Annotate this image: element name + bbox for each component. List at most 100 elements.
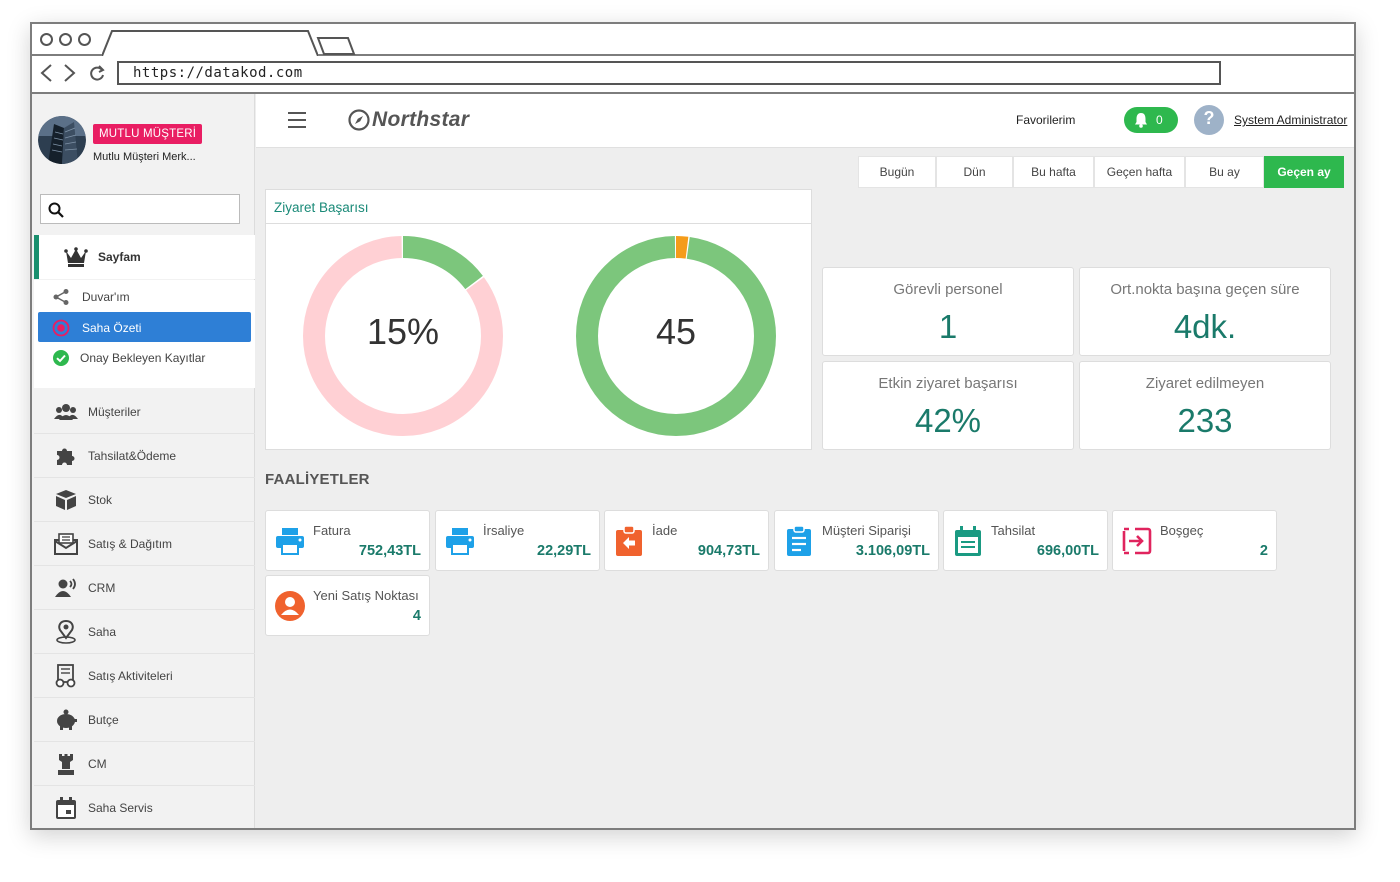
sidebar-item-sayfam[interactable]: Sayfam xyxy=(34,235,255,279)
activity-label: Fatura xyxy=(313,523,351,538)
piggy-bank-icon xyxy=(57,709,77,730)
sidebar-item-label: Saha xyxy=(88,625,117,639)
search-input[interactable] xyxy=(69,197,234,221)
notification-count: 0 xyxy=(1156,113,1163,127)
reload-icon[interactable] xyxy=(88,63,106,83)
exit-icon xyxy=(1122,527,1152,555)
calendar-check-icon xyxy=(955,526,981,556)
subnav-item-saha-ozeti[interactable]: Saha Özeti xyxy=(38,312,251,342)
sidebar-search xyxy=(40,194,240,224)
users-icon xyxy=(54,404,78,420)
sidebar-item-saha[interactable]: Saha xyxy=(34,610,255,654)
subnav-item-duvarim[interactable]: Duvar'ım xyxy=(38,281,251,311)
activity-card-iade[interactable]: İade 904,73TL xyxy=(604,510,769,571)
activity-card-irsaliye[interactable]: İrsaliye 22,29TL xyxy=(435,510,600,571)
activity-label: İrsaliye xyxy=(483,523,525,538)
donut-value: 15% xyxy=(366,311,440,352)
receipt-icon xyxy=(55,664,76,688)
activities-title: FAALİYETLER xyxy=(265,471,370,488)
sidebar-subnav: Duvar'ım Saha Özeti Onay Bekleyen Kayıtl… xyxy=(34,280,255,388)
subnav-label: Onay Bekleyen Kayıtlar xyxy=(80,351,206,365)
notification-button[interactable]: 0 xyxy=(1124,107,1178,133)
speaker-icon xyxy=(55,578,76,597)
stat-value: 1 xyxy=(938,308,958,345)
sidebar-item-saha-servis[interactable]: Saha Servis xyxy=(34,786,255,828)
date-tab-bu-ay[interactable]: Bu ay xyxy=(1185,156,1264,188)
date-tab-dun[interactable]: Dün xyxy=(936,156,1013,188)
sidebar-item-butce[interactable]: Butçe xyxy=(34,698,255,742)
subnav-label: Saha Özeti xyxy=(82,321,142,335)
rook-icon xyxy=(58,754,74,775)
sidebar-item-tahsilat-odeme[interactable]: Tahsilat&Ödeme xyxy=(34,434,255,478)
date-tab-bu-hafta[interactable]: Bu hafta xyxy=(1013,156,1094,188)
stat-ziyaret-edilmeyen: Ziyaret edilmeyen 233 xyxy=(1079,361,1331,450)
clipboard-icon xyxy=(787,525,811,556)
address-bar[interactable]: https://datakod.com xyxy=(117,61,1221,85)
window-close-dot[interactable] xyxy=(40,33,53,46)
activity-label: Boşgeç xyxy=(1160,523,1204,538)
activity-value: 3.106,09TL xyxy=(855,543,930,559)
sidebar-item-label: CM xyxy=(88,757,107,771)
stat-label: Etkin ziyaret başarısı xyxy=(878,375,1018,392)
date-tab-bugun[interactable]: Bugün xyxy=(858,156,936,188)
stat-label: Görevli personel xyxy=(893,281,1003,298)
activity-card-musteri-siparisi[interactable]: Müşteri Siparişi 3.106,09TL xyxy=(774,510,939,571)
share-icon xyxy=(53,289,69,305)
activity-label: Yeni Satış Noktası xyxy=(313,588,419,603)
activity-value: 696,00TL xyxy=(1036,543,1099,559)
forward-arrow-icon[interactable] xyxy=(60,63,78,83)
search-icon xyxy=(48,202,64,218)
printer-icon xyxy=(276,528,304,555)
activity-card-yeni-satis-noktasi[interactable]: Yeni Satış Noktası 4 xyxy=(265,575,430,636)
sidebar-item-stok[interactable]: Stok xyxy=(34,478,255,522)
window-maximize-dot[interactable] xyxy=(78,33,91,46)
browser-tab-strip xyxy=(32,24,1354,56)
brand-name: Northstar xyxy=(372,108,470,131)
subnav-item-onay-bekleyen[interactable]: Onay Bekleyen Kayıtlar xyxy=(38,342,251,372)
profile-subtitle: Mutlu Müşteri Merk... xyxy=(93,151,196,163)
sidebar-item-label: Satış Aktiviteleri xyxy=(88,669,173,683)
map-pin-icon xyxy=(56,620,76,644)
activity-card-bosgec[interactable]: Boşgeç 2 xyxy=(1112,510,1277,571)
check-circle-icon xyxy=(53,350,69,366)
stat-etkin-ziyaret: Etkin ziyaret başarısı 42% xyxy=(822,361,1074,450)
sidebar-item-satis-aktiviteleri[interactable]: Satış Aktiviteleri xyxy=(34,654,255,698)
window-minimize-dot[interactable] xyxy=(59,33,72,46)
new-tab-icon[interactable] xyxy=(316,34,356,56)
sidebar-item-label: CRM xyxy=(88,581,116,595)
date-tab-gecen-ay[interactable]: Geçen ay xyxy=(1264,156,1344,188)
sidebar-item-crm[interactable]: CRM xyxy=(34,566,255,610)
user-name-link[interactable]: System Administrator xyxy=(1234,113,1347,127)
back-arrow-icon[interactable] xyxy=(38,63,56,83)
company-avatar[interactable] xyxy=(38,116,86,164)
sidebar-item-label: Tahsilat&Ödeme xyxy=(88,449,177,463)
sidebar-item-cm[interactable]: CM xyxy=(34,742,255,786)
activity-value: 904,73TL xyxy=(697,543,760,559)
hamburger-menu-icon[interactable] xyxy=(288,112,306,128)
browser-toolbar: https://datakod.com xyxy=(32,56,1354,94)
sidebar-item-musteriler[interactable]: Müşteriler xyxy=(34,390,255,434)
activity-card-fatura[interactable]: Fatura 752,43TL xyxy=(265,510,430,571)
activity-card-tahsilat[interactable]: Tahsilat 696,00TL xyxy=(943,510,1108,571)
sidebar-item-label: Saha Servis xyxy=(88,801,153,815)
activity-label: Müşteri Siparişi xyxy=(822,523,911,538)
target-icon xyxy=(52,319,70,337)
activity-label: İade xyxy=(652,523,678,538)
donut-chart-success: 15% xyxy=(298,231,508,441)
box-icon xyxy=(56,490,76,510)
activity-value: 2 xyxy=(1259,543,1268,559)
favorites-link[interactable]: Favorilerim xyxy=(1016,113,1075,127)
user-avatar[interactable]: ? xyxy=(1194,105,1224,135)
date-tab-gecen-hafta[interactable]: Geçen hafta xyxy=(1094,156,1185,188)
user-avatar-initial: ? xyxy=(1203,108,1215,128)
sidebar-item-satis-dagitim[interactable]: Satış & Dağıtım xyxy=(34,522,255,566)
compass-icon xyxy=(348,109,370,131)
browser-tab[interactable] xyxy=(102,30,318,56)
envelope-icon xyxy=(54,533,78,555)
top-header: Northstar Favorilerim 0 ? System Adminis… xyxy=(256,94,1354,148)
profile-block: MUTLU MÜŞTERİ Mutlu Müşteri Merk... xyxy=(32,94,255,186)
bell-icon xyxy=(1135,113,1147,128)
app-area: MUTLU MÜŞTERİ Mutlu Müşteri Merk... Sayf… xyxy=(32,94,1354,828)
sidebar: MUTLU MÜŞTERİ Mutlu Müşteri Merk... Sayf… xyxy=(32,94,255,828)
donut-value: 45 xyxy=(655,311,697,352)
